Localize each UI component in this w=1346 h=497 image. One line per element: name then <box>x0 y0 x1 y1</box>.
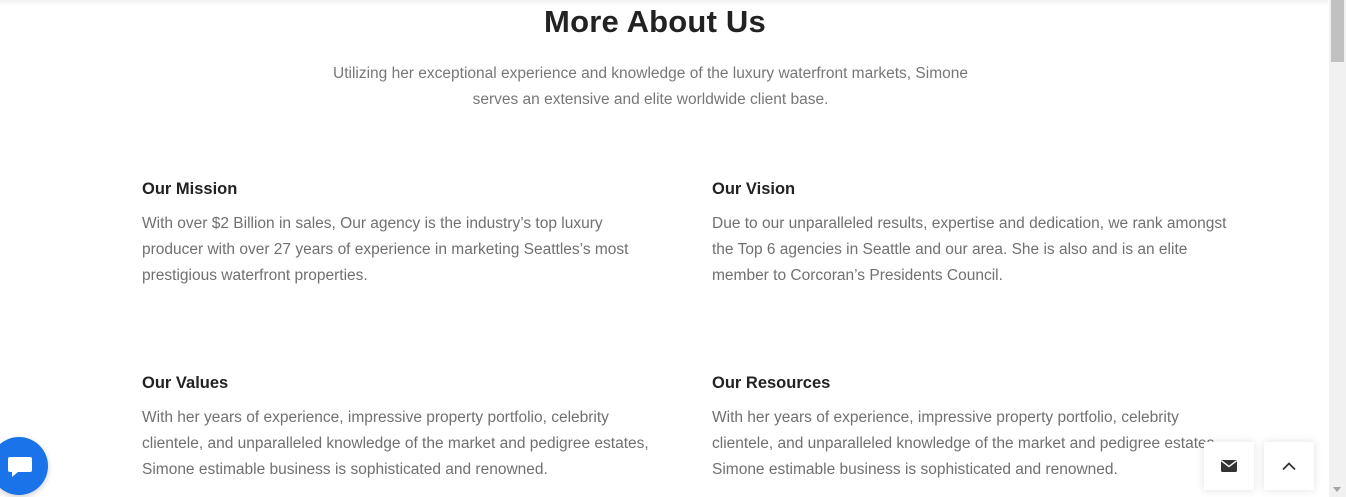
card-text: With her years of experience, impressive… <box>142 409 649 478</box>
card-text: Due to our unparalleled results, experti… <box>712 215 1227 284</box>
chat-button[interactable] <box>0 437 48 495</box>
section-title: More About Us <box>544 4 766 39</box>
card-resources: Our Resources With her years of experien… <box>712 371 1232 483</box>
card-text: With her years of experience, impressive… <box>712 409 1219 478</box>
envelope-icon <box>1221 460 1237 472</box>
card-mission: Our Mission With over $2 Billion in sale… <box>142 177 662 289</box>
scrollbar-track[interactable] <box>1329 0 1346 497</box>
scrollbar-thumb[interactable] <box>1331 0 1344 62</box>
chat-icon <box>8 457 32 477</box>
chevron-up-icon <box>1282 462 1296 471</box>
section-subtitle: Utilizing her exceptional experience and… <box>333 65 968 108</box>
card-title: Our Values <box>142 374 229 392</box>
back-to-top-button[interactable] <box>1264 442 1314 490</box>
card-title: Our Vision <box>712 180 796 198</box>
card-text: With over $2 Billion in sales, Our agenc… <box>142 215 629 284</box>
card-values: Our Values With her years of experience,… <box>142 371 662 483</box>
email-button[interactable] <box>1204 442 1254 490</box>
card-title: Our Mission <box>142 180 238 198</box>
card-title: Our Resources <box>712 374 831 392</box>
page: More About Us Utilizing her exceptional … <box>0 0 1346 497</box>
scroll-down-arrow-icon[interactable] <box>1333 487 1341 492</box>
card-vision: Our Vision Due to our unparalleled resul… <box>712 177 1232 289</box>
